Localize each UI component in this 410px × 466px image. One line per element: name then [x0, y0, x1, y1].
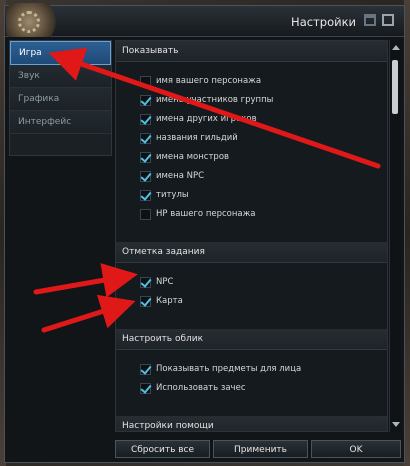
checkbox-checked-icon[interactable]: [140, 296, 151, 307]
option-row[interactable]: HP вашего персонажа: [116, 205, 387, 224]
option-label: NPC: [156, 277, 174, 287]
option-row[interactable]: титулы: [116, 186, 387, 205]
lock-icon[interactable]: [364, 14, 376, 26]
section-appearance-header: Настроить облик: [116, 329, 387, 350]
sidebar-item-sound[interactable]: Звук: [10, 65, 111, 88]
window-title: Настройки: [291, 15, 356, 29]
option-row[interactable]: имена NPC: [116, 167, 387, 186]
checkbox-checked-icon[interactable]: [140, 133, 151, 144]
close-icon[interactable]: [382, 14, 394, 26]
section-padding: [116, 350, 387, 360]
checkbox-empty-icon[interactable]: [140, 209, 151, 220]
reset-all-button[interactable]: Сбросить все: [115, 440, 210, 458]
settings-sidebar: Игра Звук Графика Интерфейс: [9, 40, 112, 156]
checkbox-empty-icon[interactable]: [140, 76, 151, 87]
option-row[interactable]: имена других игроков: [116, 110, 387, 129]
option-label: имена монстров: [156, 152, 230, 162]
sidebar-item-graphics[interactable]: Графика: [10, 88, 111, 111]
scroll-thumb[interactable]: [392, 60, 398, 114]
settings-window: Настройки Игра Звук Графика Интерфейс Показ…: [4, 3, 405, 463]
checkbox-checked-icon[interactable]: [140, 383, 151, 394]
option-label: Показывать предметы для лица: [156, 364, 302, 374]
checkbox-checked-icon[interactable]: [140, 152, 151, 163]
sidebar-item-interface[interactable]: Интерфейс: [10, 111, 111, 134]
option-label: имена участников группы: [156, 95, 274, 105]
option-row[interactable]: Карта: [116, 292, 387, 311]
checkbox-checked-icon[interactable]: [140, 95, 151, 106]
section-quest-marker-header: Отметка задания: [116, 242, 387, 263]
sidebar-item-game[interactable]: Игра: [10, 41, 111, 65]
option-label: имена других игроков: [156, 114, 257, 124]
option-row[interactable]: Использовать зачес: [116, 379, 387, 398]
option-label: HP вашего персонажа: [156, 209, 256, 219]
checkbox-checked-icon[interactable]: [140, 190, 151, 201]
checkbox-checked-icon[interactable]: [140, 114, 151, 125]
option-label: титулы: [156, 190, 189, 200]
section-show-header: Показывать: [116, 41, 387, 62]
checkbox-checked-icon[interactable]: [140, 171, 151, 182]
option-row[interactable]: названия гильдий: [116, 129, 387, 148]
option-label: Использовать зачес: [156, 383, 246, 393]
option-row[interactable]: имя вашего персонажа: [116, 72, 387, 91]
option-label: Карта: [156, 296, 183, 306]
option-label: имя вашего персонажа: [156, 76, 262, 86]
apply-button[interactable]: Применить: [213, 440, 308, 458]
checkbox-checked-icon[interactable]: [140, 364, 151, 375]
section-padding: [116, 263, 387, 273]
scroll-up-icon[interactable]: [392, 45, 400, 50]
option-row[interactable]: NPC: [116, 273, 387, 292]
ok-button[interactable]: OK: [311, 440, 401, 458]
option-label: имена NPC: [156, 171, 205, 181]
section-help-header: Настройки помощи: [116, 416, 387, 431]
scrollbar[interactable]: [389, 40, 401, 432]
option-row[interactable]: имена участников группы: [116, 91, 387, 110]
option-row[interactable]: имена монстров: [116, 148, 387, 167]
settings-content: Показывать имя вашего персонажа имена учас…: [115, 40, 388, 432]
section-padding: [116, 62, 387, 72]
option-row[interactable]: Показывать предметы для лица: [116, 360, 387, 379]
scroll-down-icon[interactable]: [392, 422, 400, 427]
title-bar: Настройки: [5, 3, 404, 37]
gear-emblem-icon: [6, 3, 58, 37]
checkbox-checked-icon[interactable]: [140, 277, 151, 288]
option-label: названия гильдий: [156, 133, 238, 143]
